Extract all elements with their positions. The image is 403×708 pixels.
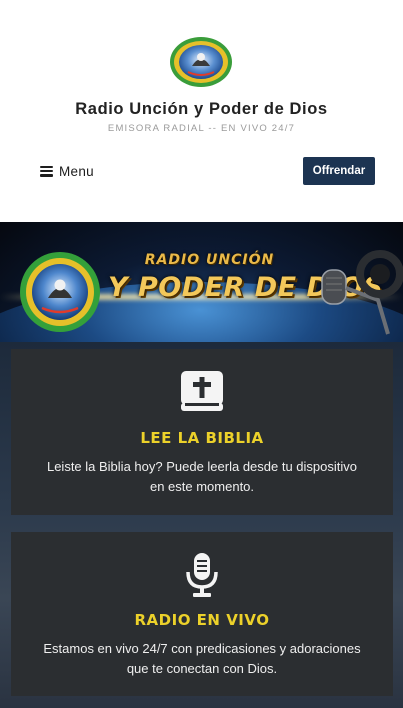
hero-banner: RADIO UNCIÓN Y PODER DE DIOS [0,222,403,342]
donate-button[interactable]: Offrendar [303,157,375,185]
menu-toggle-button[interactable]: Menu [40,160,94,182]
site-logo[interactable] [168,36,234,88]
site-title[interactable]: Radio Unción y Poder de Dios [0,100,403,119]
site-header: Radio Unción y Poder de Dios EMISORA RAD… [0,0,403,222]
banner-logo [18,250,102,334]
bible-card[interactable]: LEE LA BIBLIA Leiste la Biblia hoy? Pued… [11,349,393,515]
bible-card-title[interactable]: LEE LA BIBLIA [11,429,393,447]
menu-label: Menu [59,163,94,179]
banner-title-line1: RADIO UNCIÓN [144,252,275,268]
hamburger-icon [40,165,53,177]
live-radio-card[interactable]: RADIO EN VIVO Estamos en vivo 24/7 con p… [11,532,393,696]
site-tagline: EMISORA RADIAL -- EN VIVO 24/7 [107,123,296,134]
banner-title-line2: Y PODER DE DIOS [108,272,384,303]
microphone-icon [184,552,220,603]
bible-card-description: Leiste la Biblia hoy? Puede leerla desde… [46,459,358,494]
live-radio-card-title[interactable]: RADIO EN VIVO [11,611,393,629]
live-radio-card-description: Estamos en vivo 24/7 con predicasiones y… [43,641,361,676]
studio-microphone-icon [318,244,403,342]
bible-icon [180,370,224,417]
